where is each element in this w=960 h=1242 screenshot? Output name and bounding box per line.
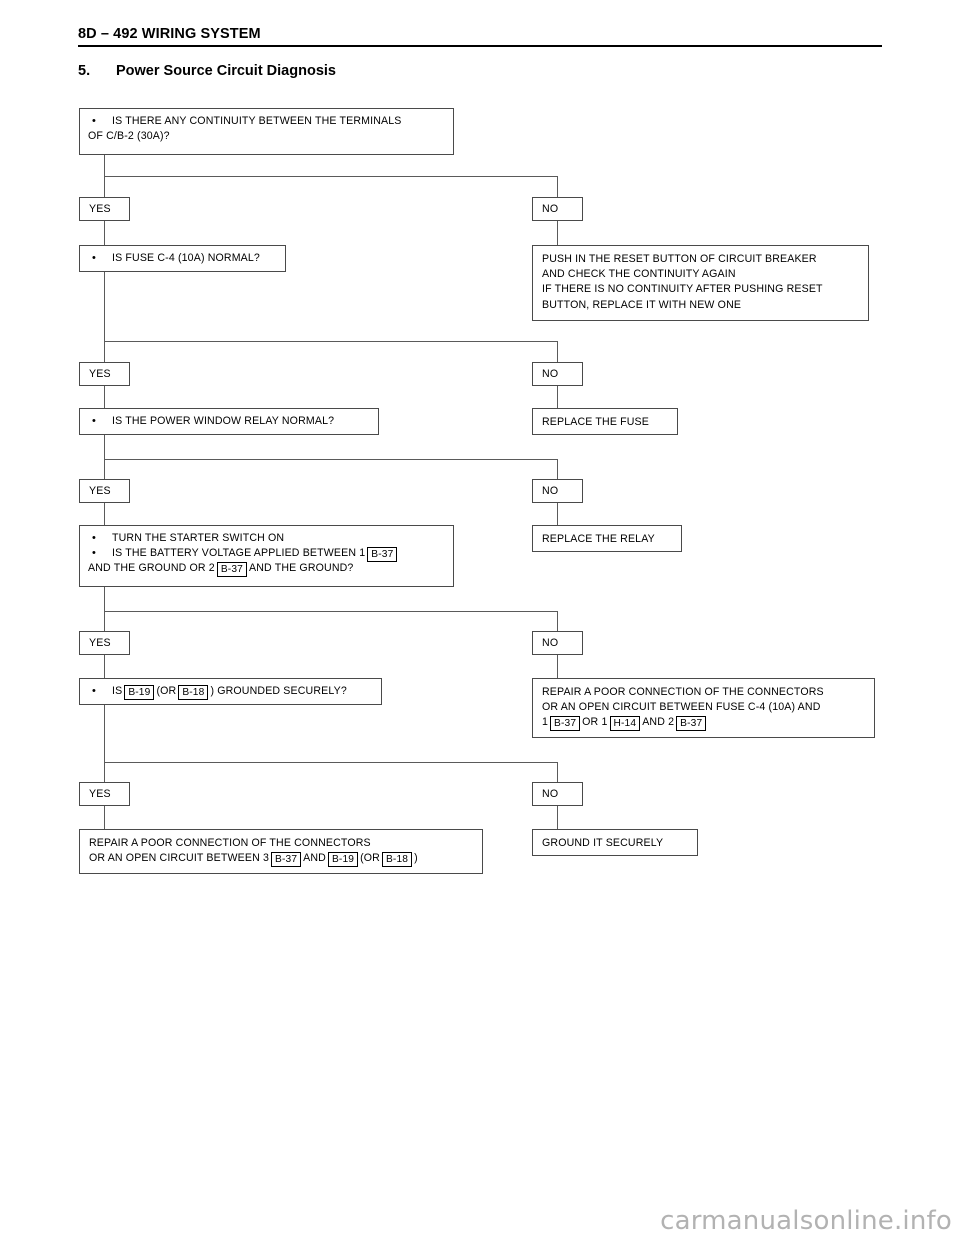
q1-line2: OF C/B-2 (30A)? [88,130,170,143]
a5yes-line2-text-b: AND [303,852,326,865]
a4no-line3: 1 B-37 OR 1 H-14 AND 2 B-37 [542,715,865,732]
q4-line1: TURN THE STARTER SWITCH ON [112,532,285,544]
connector-q2-branch [104,341,558,342]
connector-no4-down [557,655,558,678]
connector-yes4-down [104,655,105,678]
a1no-line2: AND CHECK THE CONTINUITY AGAIN [542,268,736,281]
connector-q3-branch [104,459,558,460]
connector-yes2-down [104,386,105,408]
connector-ref-b37: B-37 [271,852,302,868]
q4-line2-text: IS THE BATTERY VOLTAGE APPLIED BETWEEN 1 [112,547,366,560]
node-question-power-window-relay: • IS THE POWER WINDOW RELAY NORMAL? [79,408,379,435]
connector-q1-no-down [557,176,558,197]
branch-label-no-3: NO [532,479,583,503]
q2-line1: IS FUSE C-4 (10A) NORMAL? [112,252,260,264]
a5yes-line2: OR AN OPEN CIRCUIT BETWEEN 3 B-37 AND B-19(… [89,851,473,868]
node-action-repair-ground-connection: REPAIR A POOR CONNECTION OF THE CONNECTO… [79,829,483,874]
connector-ref-b37: B-37 [550,716,581,732]
branch-label-yes-4: YES [79,631,130,655]
node-action-ground-securely: GROUND IT SECURELY [532,829,698,856]
branch-label-no-5: NO [532,782,583,806]
connector-no3-down [557,503,558,525]
connector-ref-b37: B-37 [367,547,398,563]
connector-ref-b37: B-37 [216,562,247,578]
branch-label-yes-1: YES [79,197,130,221]
a4no-line1: REPAIR A POOR CONNECTION OF THE CONNECTO… [542,686,824,698]
node-question-fuse-c4: • IS FUSE C-4 (10A) NORMAL? [79,245,286,272]
branch-label-yes-2: YES [79,362,130,386]
connector-yes1-down [104,221,105,245]
node-action-repair-fuse-connection: REPAIR A POOR CONNECTION OF THE CONNECTO… [532,678,875,738]
connector-q4-no-down [557,611,558,631]
watermark: carmanualsonline.info [660,1206,952,1236]
connector-q4-branch [104,611,558,612]
connector-ref-b18: B-18 [381,852,413,868]
a3no-line1: REPLACE THE RELAY [542,533,655,545]
diagnosis-flowchart: • IS THERE ANY CONTINUITY BETWEEN THE TE… [0,0,960,1242]
connector-ref-b19: B-19 [124,685,155,700]
node-question-continuity-cb2: • IS THERE ANY CONTINUITY BETWEEN THE TE… [79,108,454,155]
node-action-reset-circuit-breaker: PUSH IN THE RESET BUTTON OF CIRCUIT BREA… [532,245,869,321]
a5yes-line1: REPAIR A POOR CONNECTION OF THE CONNECTO… [89,837,371,849]
q4-line3: AND THE GROUND OR 2 B-37 AND THE GROUND? [88,561,445,578]
a4no-line3-text-a: 1 [542,716,549,729]
a1no-line4: BUTTON, REPLACE IT WITH NEW ONE [542,298,742,311]
branch-label-yes-3: YES [79,479,130,503]
a5yes-line2-text-d: ) [414,852,418,865]
node-question-battery-voltage: • TURN THE STARTER SWITCH ON • IS THE BA… [79,525,454,587]
branch-label-no-2: NO [532,362,583,386]
connector-ref-h14: H-14 [609,716,641,732]
branch-label-yes-5: YES [79,782,130,806]
connector-no1-down [557,221,558,245]
connector-no2-down [557,386,558,408]
q4-line3-text-a: AND THE GROUND OR 2 [88,562,215,575]
a5yes-line2-text-a: OR AN OPEN CIRCUIT BETWEEN 3 [89,852,270,865]
a4no-line3-text-b: OR 1 [582,716,608,729]
node-action-replace-relay: REPLACE THE RELAY [532,525,682,552]
connector-yes5-down [104,806,105,829]
q4-line3-text-b: AND THE GROUND? [248,562,354,575]
connector-q5-no-down [557,762,558,782]
q5-text-c: ) GROUNDED SECURELY? [210,685,347,697]
a4no-line3-text-c: AND 2 [642,716,675,729]
a5yes-line2-text-c: (OR [360,852,380,865]
connector-q5-branch [104,762,558,763]
a1no-line1: PUSH IN THE RESET BUTTON OF CIRCUIT BREA… [542,253,817,265]
bullet-icon: • [92,115,97,127]
connector-q2-down [104,272,105,362]
connector-yes3-down [104,503,105,525]
q3-line1: IS THE POWER WINDOW RELAY NORMAL? [112,415,335,427]
branch-label-no-4: NO [532,631,583,655]
connector-q5-down [104,705,105,782]
bullet-icon: • [92,547,97,560]
q1-line1: IS THERE ANY CONTINUITY BETWEEN THE TERM… [112,115,402,127]
bullet-icon: • [92,532,97,544]
node-action-replace-fuse: REPLACE THE FUSE [532,408,678,435]
connector-q1-branch [104,176,558,177]
a5no-line1: GROUND IT SECURELY [542,837,664,849]
connector-ref-b18: B-18 [178,685,209,700]
connector-ref-b19: B-19 [327,852,359,868]
bullet-icon: • [92,685,97,697]
a4no-line2: OR AN OPEN CIRCUIT BETWEEN FUSE C-4 (10A… [542,701,821,714]
a2no-line1: REPLACE THE FUSE [542,416,649,428]
q5-text-a: IS [112,685,123,697]
a1no-line3: IF THERE IS NO CONTINUITY AFTER PUSHING … [542,283,823,296]
q5-text-b: (OR [156,685,177,697]
bullet-icon: • [92,252,97,264]
connector-ref-b37: B-37 [676,716,707,732]
connector-no5-down [557,806,558,829]
connector-q2-no-down [557,341,558,362]
node-question-ground-b19: • IS B-19 (OR B-18) GROUNDED SECURELY? [79,678,382,705]
bullet-icon: • [92,415,97,427]
branch-label-no-1: NO [532,197,583,221]
